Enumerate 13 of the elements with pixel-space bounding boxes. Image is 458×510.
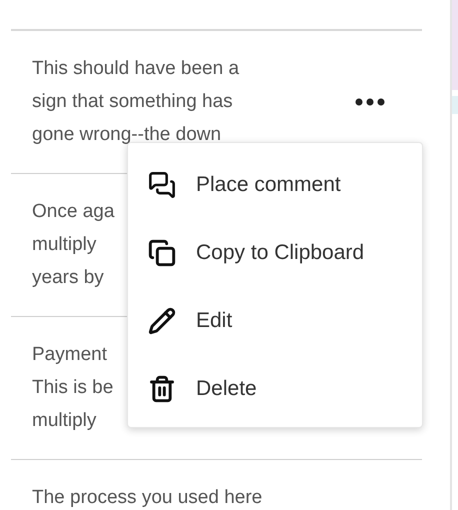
comment-text: Once aga multiply years by (32, 200, 114, 290)
trash-icon (148, 375, 176, 403)
menu-item[interactable]: Delete (128, 355, 422, 423)
speech-bubbles-icon (148, 171, 176, 199)
pencil-icon (148, 307, 176, 335)
more-options-icon[interactable] (355, 98, 385, 106)
menu-item[interactable]: Edit (128, 287, 422, 355)
menu-item[interactable]: Copy to Clipboard (128, 219, 422, 287)
comment-text: The process you used here (32, 486, 262, 510)
comment-text: This should have been a sign that something has gone wrong--the down (32, 57, 240, 147)
comment-text: Payment This is be multiply (32, 343, 114, 433)
copy-icon (148, 239, 176, 267)
menu-item[interactable]: Place comment (128, 151, 422, 219)
